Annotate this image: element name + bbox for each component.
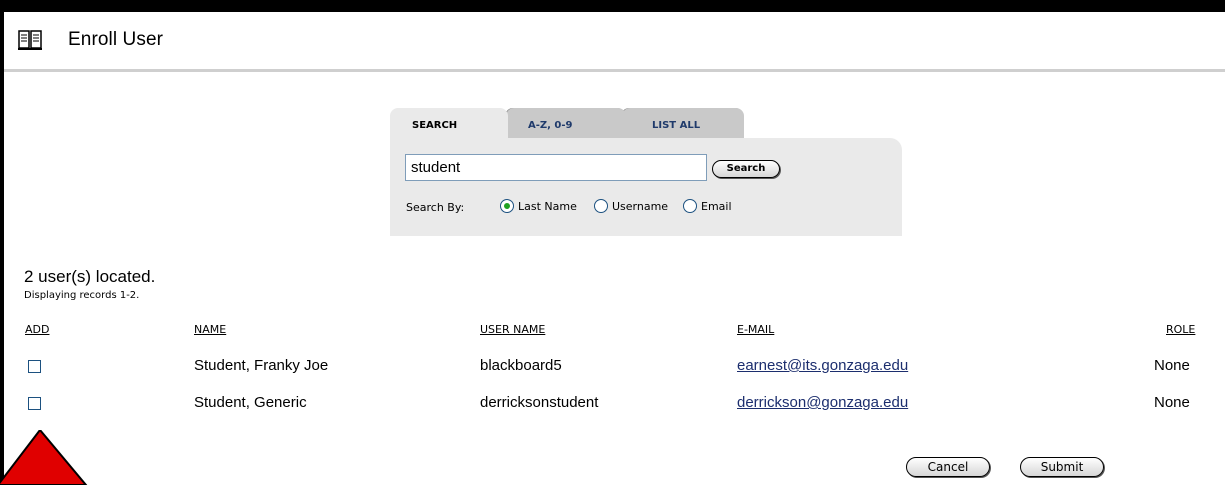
- user-role: None: [1154, 394, 1190, 411]
- user-username: blackboard5: [480, 357, 562, 374]
- search-panel: [390, 138, 902, 236]
- radio-label-email: Email: [701, 199, 732, 213]
- user-email-link[interactable]: derrickson@gonzaga.edu: [737, 394, 908, 411]
- book-icon: [18, 30, 42, 50]
- radio-label-username: Username: [612, 199, 669, 213]
- add-user-checkbox[interactable]: [28, 397, 41, 410]
- search-input[interactable]: [405, 154, 707, 181]
- search-button[interactable]: Search: [712, 160, 780, 178]
- search-tabs: SEARCH A-Z, 0-9 LIST ALL: [390, 108, 750, 138]
- title-bar: Enroll User: [4, 12, 1225, 72]
- user-email-link[interactable]: earnest@its.gonzaga.edu: [737, 357, 908, 374]
- records-range: Displaying records 1-2.: [24, 290, 140, 301]
- result-count: 2 user(s) located.: [24, 267, 156, 286]
- radio-username[interactable]: Username: [594, 199, 668, 213]
- warning-triangle-icon: [0, 430, 88, 485]
- column-header-add[interactable]: ADD: [25, 323, 49, 336]
- tab-a-z-0-9[interactable]: A-Z, 0-9: [506, 108, 626, 138]
- radio-last-name[interactable]: Last Name: [500, 199, 577, 213]
- user-name: Student, Franky Joe: [194, 357, 329, 374]
- submit-button[interactable]: Submit: [1020, 457, 1104, 477]
- column-header-username[interactable]: USER NAME: [480, 323, 545, 336]
- search-by-label: Search By:: [406, 201, 465, 214]
- column-header-name[interactable]: NAME: [194, 323, 226, 336]
- radio-label-last-name: Last Name: [518, 199, 577, 213]
- add-user-checkbox[interactable]: [28, 360, 41, 373]
- radio-button-checked[interactable]: [500, 199, 514, 213]
- tab-search[interactable]: SEARCH: [390, 108, 508, 138]
- radio-email[interactable]: Email: [683, 199, 732, 213]
- column-header-email[interactable]: E-MAIL: [737, 323, 774, 336]
- enroll-user-window: Enroll User SEARCH A-Z, 0-9 LIST ALL Sea…: [4, 12, 1225, 485]
- radio-button[interactable]: [594, 199, 608, 213]
- user-role: None: [1154, 357, 1190, 374]
- user-name: Student, Generic: [194, 394, 307, 411]
- tab-list-all[interactable]: LIST ALL: [622, 108, 744, 138]
- page-title: Enroll User: [68, 29, 164, 50]
- user-username: derricksonstudent: [480, 394, 599, 411]
- cancel-button[interactable]: Cancel: [906, 457, 990, 477]
- column-header-role[interactable]: ROLE: [1166, 323, 1195, 336]
- radio-button[interactable]: [683, 199, 697, 213]
